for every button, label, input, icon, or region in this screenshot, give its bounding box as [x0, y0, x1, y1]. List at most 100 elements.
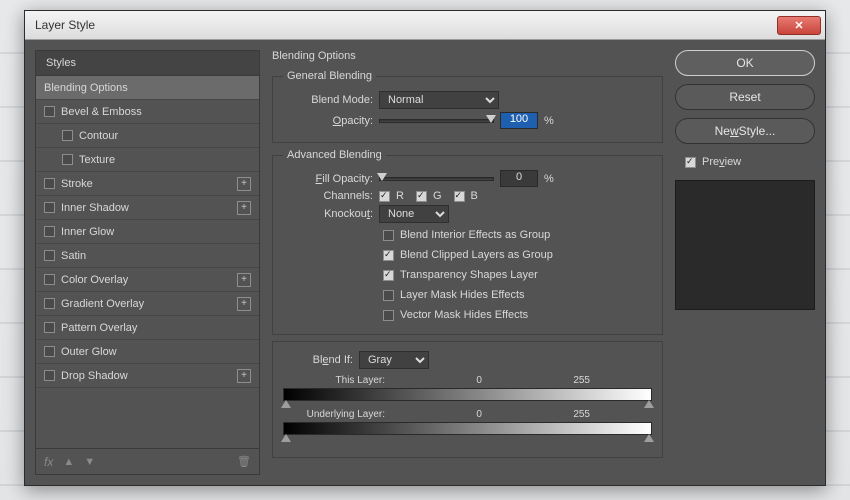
vector-mask-hides-checkbox[interactable] [383, 310, 394, 321]
general-blending-group: General Blending Blend Mode: Normal Opac… [272, 70, 663, 143]
style-row-inner-shadow[interactable]: Inner Shadow + [36, 196, 259, 220]
titlebar: Layer Style ✕ [25, 11, 825, 40]
style-row-outer-glow[interactable]: Outer Glow [36, 340, 259, 364]
style-row-texture[interactable]: Texture [36, 148, 259, 172]
right-panel: OK Reset New Style... Preview [675, 50, 815, 475]
style-checkbox[interactable] [44, 346, 55, 357]
style-checkbox[interactable] [44, 250, 55, 261]
underlying-max: 255 [573, 409, 590, 420]
blend-interior-label: Blend Interior Effects as Group [400, 229, 550, 241]
transparency-shapes-label: Transparency Shapes Layer [400, 269, 538, 281]
channel-b-checkbox[interactable] [454, 191, 465, 202]
new-style-button[interactable]: New Style... [675, 118, 815, 144]
fill-opacity-label: Fill Opacity: [283, 173, 373, 185]
blend-clipped-label: Blend Clipped Layers as Group [400, 249, 553, 261]
channel-g-checkbox[interactable] [416, 191, 427, 202]
style-label: Inner Glow [61, 226, 114, 238]
knockout-select[interactable]: None [379, 205, 449, 223]
style-row-pattern-overlay[interactable]: Pattern Overlay [36, 316, 259, 340]
blend-interior-checkbox[interactable] [383, 230, 394, 241]
style-row-satin[interactable]: Satin [36, 244, 259, 268]
this-layer-gradient[interactable] [283, 388, 652, 401]
underlying-min: 0 [476, 409, 482, 420]
style-row-stroke[interactable]: Stroke + [36, 172, 259, 196]
style-checkbox[interactable] [44, 202, 55, 213]
style-row-drop-shadow[interactable]: Drop Shadow+ [36, 364, 259, 388]
fill-opacity-value[interactable]: 0 [500, 170, 538, 187]
add-effect-icon[interactable]: + [237, 177, 251, 191]
style-checkbox[interactable] [62, 130, 73, 141]
style-checkbox[interactable] [62, 154, 73, 165]
preview-swatch [675, 180, 815, 310]
style-label: Gradient Overlay [61, 298, 144, 310]
preview-checkbox[interactable] [685, 157, 696, 168]
blendif-group: Blend If: Gray This Layer: 0 255 Underly… [272, 341, 663, 458]
style-checkbox[interactable] [44, 298, 55, 309]
style-checkbox[interactable] [44, 274, 55, 285]
this-layer-min: 0 [476, 375, 482, 386]
add-effect-icon[interactable]: + [237, 201, 251, 215]
style-label: Inner Shadow [61, 202, 129, 214]
options-heading: Blending Options [272, 50, 663, 62]
layer-style-window: Layer Style ✕ Styles Blending Options Bev… [24, 10, 826, 486]
fill-opacity-slider[interactable] [379, 177, 494, 181]
style-label: Satin [61, 250, 86, 262]
style-checkbox[interactable] [44, 178, 55, 189]
style-row-color-overlay[interactable]: Color Overlay + [36, 268, 259, 292]
add-effect-icon[interactable]: + [237, 369, 251, 383]
style-row-bevel-emboss[interactable]: Bevel & Emboss [36, 100, 259, 124]
ok-button[interactable]: OK [675, 50, 815, 76]
style-label: Color Overlay [61, 274, 128, 286]
styles-header: Styles [35, 50, 260, 75]
vector-mask-hides-label: Vector Mask Hides Effects [400, 309, 528, 321]
close-button[interactable]: ✕ [777, 16, 821, 35]
style-row-gradient-overlay[interactable]: Gradient Overlay + [36, 292, 259, 316]
layer-mask-hides-checkbox[interactable] [383, 290, 394, 301]
styles-list: Blending Options Bevel & Emboss Contour Tex… [35, 75, 260, 449]
trash-icon[interactable]: 🗑 [237, 455, 251, 468]
style-checkbox[interactable] [44, 226, 55, 237]
style-label: Bevel & Emboss [61, 106, 142, 118]
arrow-down-icon[interactable]: ▼ [84, 456, 95, 468]
transparency-shapes-checkbox[interactable] [383, 270, 394, 281]
layer-mask-hides-label: Layer Mask Hides Effects [400, 289, 525, 301]
advanced-blending-legend: Advanced Blending [283, 149, 386, 161]
blendif-select[interactable]: Gray [359, 351, 429, 369]
add-effect-icon[interactable]: + [237, 297, 251, 311]
advanced-blending-group: Advanced Blending Fill Opacity: 0 % Chan… [272, 149, 663, 335]
knockout-label: Knockout: [283, 208, 373, 220]
style-label: Blending Options [44, 82, 128, 94]
styles-footer: fx ▲ ▼ 🗑 [35, 449, 260, 475]
style-checkbox[interactable] [44, 106, 55, 117]
style-label: Texture [79, 154, 115, 166]
this-layer-max: 255 [573, 375, 590, 386]
style-label: Outer Glow [61, 346, 117, 358]
blendif-label: Blend If: [283, 354, 353, 366]
channel-g-label: G [433, 190, 442, 202]
opacity-slider[interactable] [379, 119, 494, 123]
opacity-label: Opacity: [283, 115, 373, 127]
underlying-layer-gradient[interactable] [283, 422, 652, 435]
style-checkbox[interactable] [44, 322, 55, 333]
preview-label: Preview [702, 156, 741, 168]
reset-button[interactable]: Reset [675, 84, 815, 110]
fx-icon[interactable]: fx [44, 455, 53, 469]
style-row-contour[interactable]: Contour [36, 124, 259, 148]
add-effect-icon[interactable]: + [237, 273, 251, 287]
channel-r-checkbox[interactable] [379, 191, 390, 202]
arrow-up-icon[interactable]: ▲ [63, 456, 74, 468]
style-row-inner-glow[interactable]: Inner Glow [36, 220, 259, 244]
style-label: Contour [79, 130, 118, 142]
general-blending-legend: General Blending [283, 70, 376, 82]
blend-clipped-checkbox[interactable] [383, 250, 394, 261]
style-checkbox[interactable] [44, 370, 55, 381]
close-icon: ✕ [794, 19, 803, 32]
this-layer-label: This Layer: [285, 375, 385, 386]
opacity-value[interactable]: 100 [500, 112, 538, 129]
style-label: Stroke [61, 178, 93, 190]
blend-mode-label: Blend Mode: [283, 94, 373, 106]
channel-b-label: B [471, 190, 478, 202]
options-panel: Blending Options General Blending Blend … [272, 50, 663, 475]
blend-mode-select[interactable]: Normal [379, 91, 499, 109]
style-row-blending-options[interactable]: Blending Options [36, 76, 259, 100]
